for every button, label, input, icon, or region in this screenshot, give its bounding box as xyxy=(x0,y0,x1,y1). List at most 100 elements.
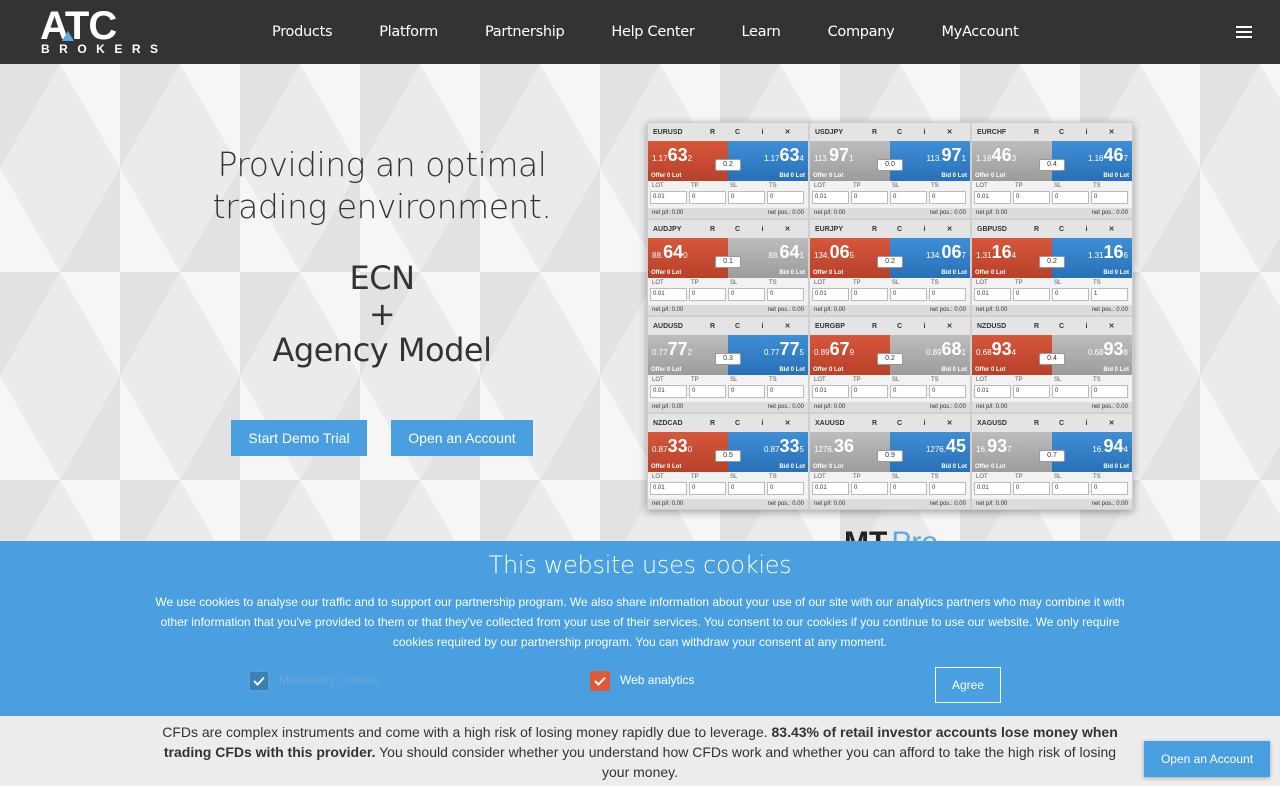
order-field[interactable]: 0 xyxy=(1091,191,1128,204)
tile-button[interactable]: R xyxy=(700,420,725,427)
tile-button[interactable]: i xyxy=(1074,226,1099,233)
order-field[interactable]: 0 xyxy=(1052,385,1089,398)
order-field[interactable]: 0 xyxy=(929,385,966,398)
nav-platform[interactable]: Platform xyxy=(379,24,438,40)
order-field[interactable]: 0 xyxy=(851,288,888,301)
tile-button[interactable]: R xyxy=(700,226,725,233)
order-field[interactable]: 0 xyxy=(929,191,966,204)
tile-button[interactable]: R xyxy=(862,129,887,136)
order-field[interactable]: 0.01 xyxy=(974,191,1011,204)
order-field[interactable]: 0.01 xyxy=(812,191,849,204)
order-field[interactable]: 0 xyxy=(929,482,966,495)
order-field[interactable]: 0 xyxy=(728,191,765,204)
tile-button[interactable]: i xyxy=(912,129,937,136)
nav-products[interactable]: Products xyxy=(272,24,333,40)
tile-button[interactable]: ✕ xyxy=(1099,322,1124,330)
tile-button[interactable]: C xyxy=(887,323,912,330)
tile-button[interactable]: ✕ xyxy=(1099,225,1124,233)
tile-button[interactable]: ✕ xyxy=(937,128,962,136)
order-field[interactable]: 0.01 xyxy=(974,385,1011,398)
order-field[interactable]: 0 xyxy=(1013,288,1050,301)
tile-button[interactable]: ✕ xyxy=(775,128,800,136)
tile-button[interactable]: C xyxy=(725,226,750,233)
tile-button[interactable]: C xyxy=(1049,226,1074,233)
tile-button[interactable]: C xyxy=(887,129,912,136)
tile-button[interactable]: R xyxy=(700,129,725,136)
tile-button[interactable]: ✕ xyxy=(775,322,800,330)
tile-button[interactable]: ✕ xyxy=(775,419,800,427)
tile-button[interactable]: i xyxy=(750,420,775,427)
tile-button[interactable]: C xyxy=(1049,129,1074,136)
tile-button[interactable]: R xyxy=(862,323,887,330)
order-field[interactable]: 0 xyxy=(1091,482,1128,495)
order-field[interactable]: 0 xyxy=(689,482,726,495)
tile-button[interactable]: ✕ xyxy=(1099,128,1124,136)
order-field[interactable]: 0.01 xyxy=(650,191,687,204)
order-field[interactable]: 0 xyxy=(851,385,888,398)
tile-button[interactable]: i xyxy=(750,323,775,330)
order-field[interactable]: 0.01 xyxy=(812,385,849,398)
order-field[interactable]: 0 xyxy=(767,288,804,301)
order-field[interactable]: 0 xyxy=(689,385,726,398)
order-field[interactable]: 0.01 xyxy=(650,385,687,398)
tile-button[interactable]: C xyxy=(725,129,750,136)
order-field[interactable]: 0 xyxy=(1013,385,1050,398)
order-field[interactable]: 0 xyxy=(890,482,927,495)
tile-button[interactable]: R xyxy=(1024,323,1049,330)
tile-button[interactable]: ✕ xyxy=(937,225,962,233)
tile-button[interactable]: i xyxy=(912,226,937,233)
nav-company[interactable]: Company xyxy=(828,24,895,40)
order-field[interactable]: 0 xyxy=(890,191,927,204)
order-field[interactable]: 0 xyxy=(689,288,726,301)
nav-help-center[interactable]: Help Center xyxy=(611,24,694,40)
order-field[interactable]: 0 xyxy=(767,385,804,398)
tile-button[interactable]: R xyxy=(1024,420,1049,427)
nav-learn[interactable]: Learn xyxy=(742,24,781,40)
nav-partnership[interactable]: Partnership xyxy=(485,24,565,40)
tile-button[interactable]: C xyxy=(725,420,750,427)
tile-button[interactable]: i xyxy=(1074,323,1099,330)
order-field[interactable]: 0 xyxy=(767,191,804,204)
order-field[interactable]: 0 xyxy=(929,288,966,301)
tile-button[interactable]: i xyxy=(750,226,775,233)
order-field[interactable]: 0 xyxy=(890,385,927,398)
tile-button[interactable]: C xyxy=(887,226,912,233)
tile-button[interactable]: C xyxy=(1049,323,1074,330)
atc-brokers-logo[interactable]: ATC BROKERS xyxy=(40,6,166,55)
order-field[interactable]: 0.01 xyxy=(974,482,1011,495)
tile-button[interactable]: i xyxy=(912,323,937,330)
open-account-button[interactable]: Open an Account xyxy=(391,420,533,456)
order-field[interactable]: 0.01 xyxy=(650,288,687,301)
order-field[interactable]: 0 xyxy=(1013,482,1050,495)
order-field[interactable]: 0 xyxy=(1052,288,1089,301)
tile-button[interactable]: R xyxy=(862,420,887,427)
tile-button[interactable]: ✕ xyxy=(937,419,962,427)
order-field[interactable]: 0.01 xyxy=(812,482,849,495)
agree-button[interactable]: Agree xyxy=(935,667,1001,703)
tile-button[interactable]: C xyxy=(725,323,750,330)
tile-button[interactable]: ✕ xyxy=(937,322,962,330)
order-field[interactable]: 0 xyxy=(851,482,888,495)
tile-button[interactable]: C xyxy=(1049,420,1074,427)
order-field[interactable]: 0 xyxy=(1091,385,1128,398)
order-field[interactable]: 0 xyxy=(1052,482,1089,495)
hamburger-menu-icon[interactable] xyxy=(1236,26,1252,38)
tile-button[interactable]: i xyxy=(1074,420,1099,427)
order-field[interactable]: 0 xyxy=(767,482,804,495)
order-field[interactable]: 0 xyxy=(728,288,765,301)
order-field[interactable]: 0 xyxy=(890,288,927,301)
order-field[interactable]: 0.01 xyxy=(650,482,687,495)
order-field[interactable]: 0 xyxy=(689,191,726,204)
order-field[interactable]: 0 xyxy=(851,191,888,204)
order-field[interactable]: 0.01 xyxy=(812,288,849,301)
order-field[interactable]: 0.01 xyxy=(974,288,1011,301)
tile-button[interactable]: C xyxy=(887,420,912,427)
order-field[interactable]: 0 xyxy=(728,482,765,495)
start-demo-trial-button[interactable]: Start Demo Trial xyxy=(231,420,367,456)
risk-open-account-button[interactable]: Open an Account xyxy=(1144,741,1270,777)
order-field[interactable]: 0 xyxy=(728,385,765,398)
order-field[interactable]: 0 xyxy=(1013,191,1050,204)
tile-button[interactable]: R xyxy=(1024,226,1049,233)
web-analytics-checkbox[interactable] xyxy=(590,671,610,691)
tile-button[interactable]: i xyxy=(750,129,775,136)
